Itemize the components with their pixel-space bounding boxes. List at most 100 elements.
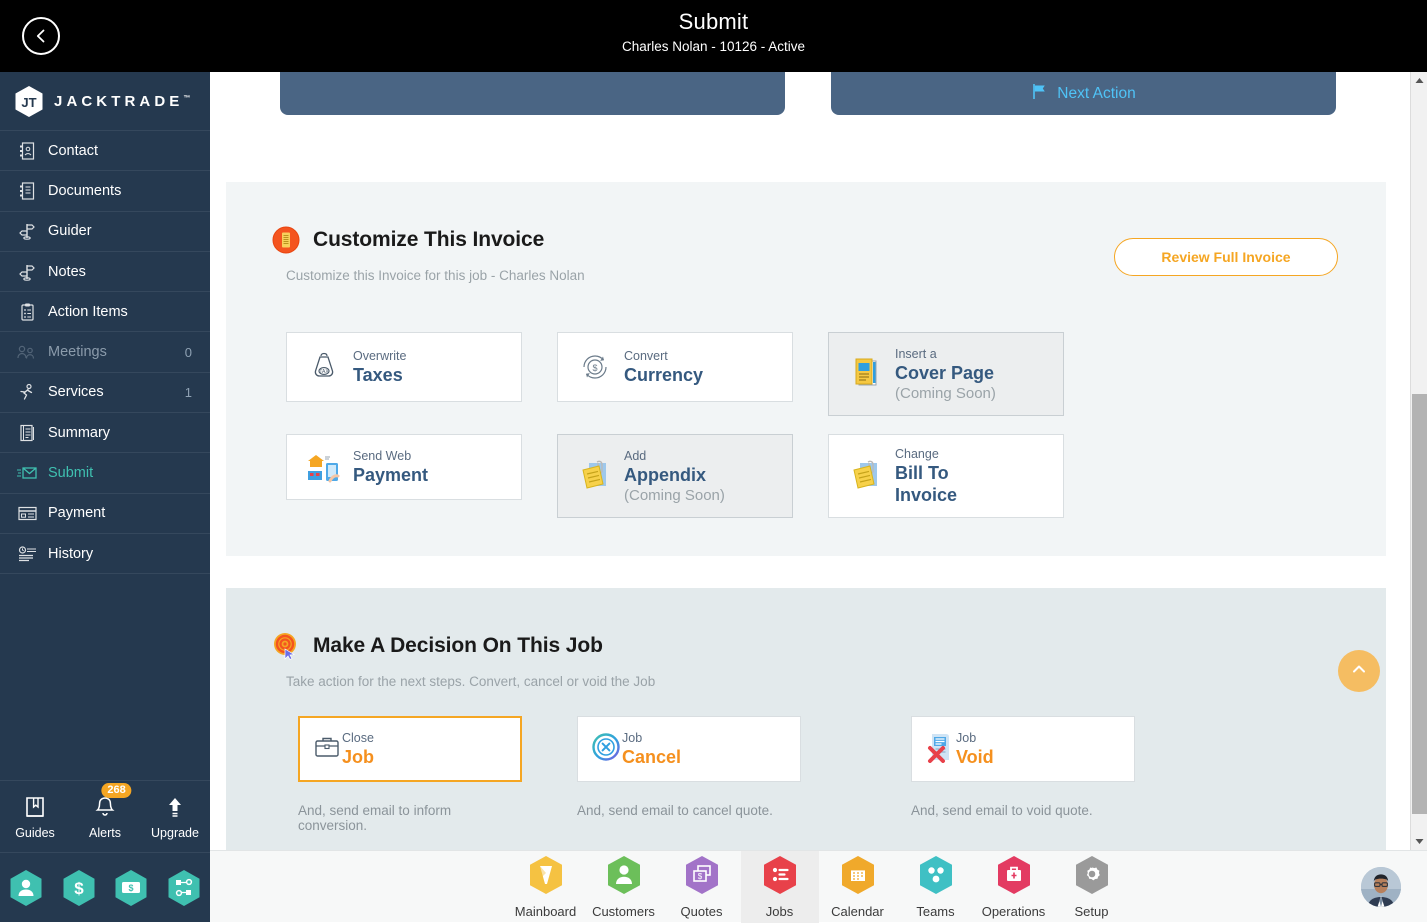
operations-hex-icon bbox=[996, 855, 1032, 900]
jobs-hex-icon bbox=[762, 855, 798, 900]
overwrite-taxes-card[interactable]: TAX Overwrite Taxes bbox=[286, 332, 522, 402]
sidebar-item-contact[interactable]: Contact bbox=[0, 131, 210, 171]
customers-hex-icon bbox=[606, 855, 642, 900]
convert-currency-card[interactable]: $ Convert Currency bbox=[557, 332, 793, 402]
close-job-card[interactable]: Close Job bbox=[298, 716, 522, 782]
card-big-label-2: Invoice bbox=[895, 485, 957, 505]
decision-card-row: Close Job And, send email to inform conv… bbox=[298, 716, 1190, 833]
customize-invoice-panel: Customize This Invoice Customize this In… bbox=[226, 182, 1386, 556]
send-web-payment-card[interactable]: Send Web Payment bbox=[286, 434, 522, 500]
void-doc-icon bbox=[924, 731, 956, 768]
chevron-up-icon bbox=[1350, 660, 1368, 683]
brand-logo[interactable]: JT JACKTRADE™ bbox=[0, 72, 210, 131]
sidebar-item-services[interactable]: Services 1 bbox=[0, 373, 210, 413]
bottom-nav-setup[interactable]: Setup bbox=[1053, 851, 1131, 923]
sidebar-item-history[interactable]: History bbox=[0, 534, 210, 574]
next-action-panel[interactable]: Next Action bbox=[831, 72, 1336, 115]
alerts-button[interactable]: 268 Alerts bbox=[74, 793, 136, 840]
money-hex-icon[interactable]: $ bbox=[114, 869, 148, 907]
orange-invoice-icon bbox=[272, 226, 300, 254]
bottom-nav-label: Operations bbox=[982, 904, 1046, 919]
svg-text:TAX: TAX bbox=[319, 369, 329, 375]
job-void-card[interactable]: Job Void bbox=[911, 716, 1135, 782]
job-cancel-card[interactable]: Job Cancel bbox=[577, 716, 801, 782]
card-small-label: Job bbox=[622, 731, 642, 745]
customize-card-row-1: TAX Overwrite Taxes $ Convert Currency bbox=[286, 332, 1064, 416]
decision-panel: Make A Decision On This Job Take action … bbox=[226, 588, 1386, 850]
svg-text:$: $ bbox=[129, 883, 134, 893]
documents-icon bbox=[16, 181, 38, 201]
bottom-nav-mainboard[interactable]: Mainboard bbox=[507, 851, 585, 923]
card-big-label: Taxes bbox=[353, 365, 403, 385]
svg-text:$: $ bbox=[74, 879, 84, 898]
change-bill-to-invoice-card[interactable]: Change Bill To Invoice bbox=[828, 434, 1064, 518]
sidebar-item-notes[interactable]: Notes bbox=[0, 252, 210, 292]
card-big-label: Appendix bbox=[624, 465, 706, 485]
upgrade-label: Upgrade bbox=[144, 826, 206, 840]
decision-subtitle: Take action for the next steps. Convert,… bbox=[226, 660, 1386, 689]
close-job-column: Close Job And, send email to inform conv… bbox=[298, 716, 522, 833]
card-small-label: Close bbox=[342, 731, 374, 745]
user-avatar[interactable] bbox=[1361, 867, 1401, 907]
history-icon bbox=[16, 544, 38, 564]
scroll-up-arrow[interactable] bbox=[1411, 72, 1427, 89]
close-job-text: Close Job bbox=[342, 729, 374, 769]
sidebar-item-label: Payment bbox=[48, 505, 192, 521]
sidebar-item-guider[interactable]: Guider bbox=[0, 212, 210, 252]
teams-hex-icon bbox=[918, 855, 954, 900]
bottom-nav-customers[interactable]: Customers bbox=[585, 851, 663, 923]
job-void-text: Job Void bbox=[956, 729, 994, 769]
customize-card-row-2: Send Web Payment Add Appendix (Coming So… bbox=[286, 434, 1064, 518]
scroll-down-arrow[interactable] bbox=[1411, 833, 1427, 850]
card-coming-soon-label: (Coming Soon) bbox=[624, 487, 725, 504]
bottom-nav-label: Calendar bbox=[831, 904, 884, 919]
review-button-label: Review Full Invoice bbox=[1161, 249, 1290, 265]
bell-icon bbox=[74, 793, 136, 823]
add-appendix-text: Add Appendix (Coming Soon) bbox=[618, 447, 725, 505]
main-content: Next Action Customize This Invoice Custo… bbox=[210, 72, 1412, 850]
card-small-label: Send Web bbox=[353, 449, 411, 463]
card-big-label: Cancel bbox=[622, 747, 681, 767]
card-small-label: Job bbox=[956, 731, 976, 745]
cancel-x-icon bbox=[590, 731, 622, 768]
dollar-hex-icon[interactable]: $ bbox=[62, 869, 96, 907]
upgrade-button[interactable]: Upgrade bbox=[144, 793, 206, 840]
job-cancel-text: Job Cancel bbox=[622, 729, 681, 769]
job-cancel-column: Job Cancel And, send email to cancel quo… bbox=[577, 716, 856, 833]
bottom-nav-label: Setup bbox=[1075, 904, 1109, 919]
sidebar-item-count: 0 bbox=[185, 345, 210, 360]
person-hex-icon[interactable] bbox=[9, 869, 43, 907]
decision-title: Make A Decision On This Job bbox=[313, 634, 603, 658]
job-void-note: And, send email to void quote. bbox=[911, 803, 1190, 818]
scroll-to-top-button[interactable] bbox=[1338, 650, 1380, 692]
bottom-nav-teams[interactable]: Teams bbox=[897, 851, 975, 923]
sidebar-item-documents[interactable]: Documents bbox=[0, 171, 210, 211]
insert-cover-page-card: Insert a Cover Page (Coming Soon) bbox=[828, 332, 1064, 416]
sidebar-item-submit[interactable]: Submit bbox=[0, 453, 210, 493]
trademark-symbol: ™ bbox=[183, 95, 190, 102]
scrollbar-thumb[interactable] bbox=[1412, 394, 1427, 814]
bottom-nav-calendar[interactable]: Calendar bbox=[819, 851, 897, 923]
bottom-nav-label: Mainboard bbox=[515, 904, 576, 919]
card-coming-soon-label: (Coming Soon) bbox=[895, 385, 996, 402]
alerts-label: Alerts bbox=[74, 826, 136, 840]
bottom-nav-jobs[interactable]: Jobs bbox=[741, 851, 819, 923]
bottom-nav-label: Jobs bbox=[766, 904, 793, 919]
guides-button[interactable]: Guides bbox=[4, 793, 66, 840]
sidebar-quick-actions: $ $ bbox=[0, 852, 210, 922]
vertical-scrollbar[interactable] bbox=[1410, 72, 1427, 850]
summary-icon bbox=[16, 423, 38, 443]
sidebar-item-payment[interactable]: Payment bbox=[0, 494, 210, 534]
calendar-hex-icon bbox=[840, 855, 876, 900]
review-full-invoice-button[interactable]: Review Full Invoice bbox=[1114, 238, 1338, 276]
page-title: Submit bbox=[0, 9, 1427, 35]
sidebar-item-summary[interactable]: Summary bbox=[0, 413, 210, 453]
signpost-icon bbox=[16, 262, 38, 282]
bottom-nav-quotes[interactable]: $ Quotes bbox=[663, 851, 741, 923]
network-hex-icon[interactable] bbox=[167, 869, 201, 907]
sidebar-item-action-items[interactable]: Action Items bbox=[0, 292, 210, 332]
sidebar-item-meetings[interactable]: Meetings 0 bbox=[0, 332, 210, 372]
change-bill-to-invoice-text: Change Bill To Invoice bbox=[889, 445, 957, 506]
bottom-nav-label: Quotes bbox=[681, 904, 723, 919]
bottom-nav-operations[interactable]: Operations bbox=[975, 851, 1053, 923]
